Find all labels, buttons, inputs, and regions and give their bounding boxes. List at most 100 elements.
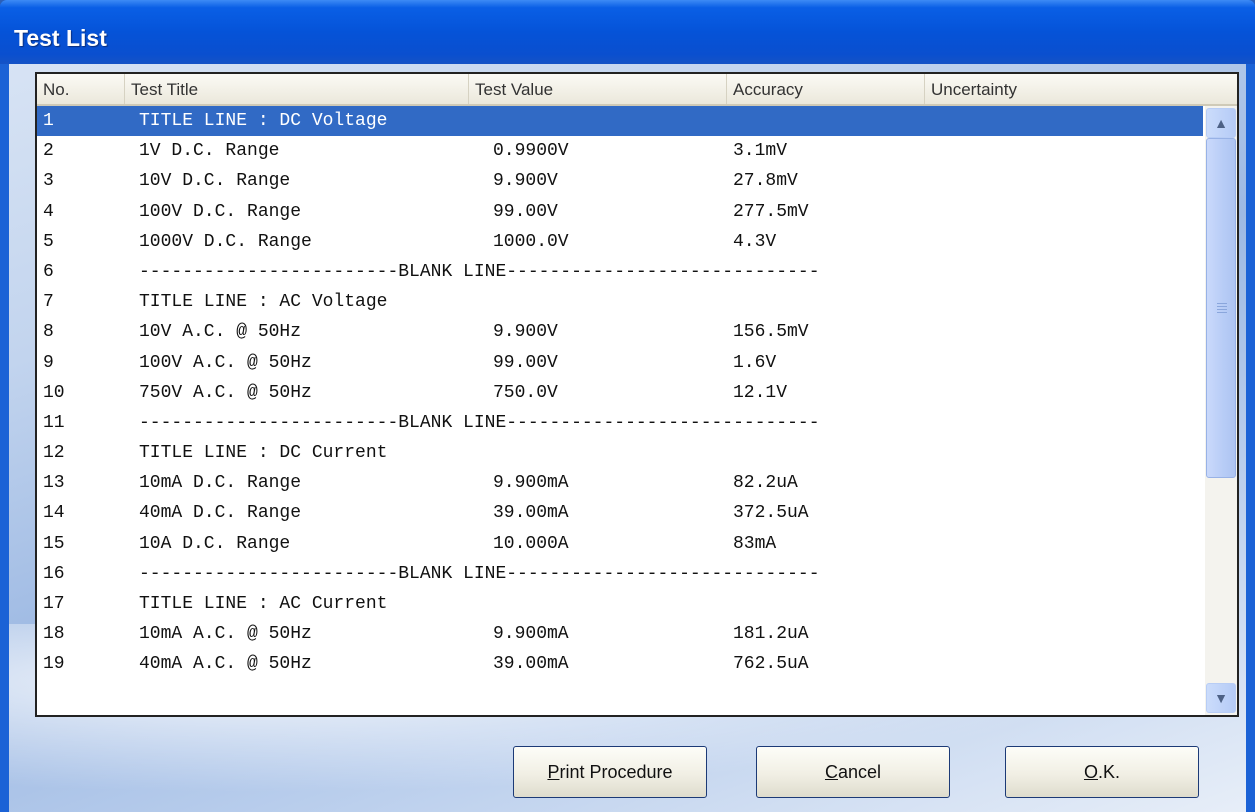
table-row[interactable]: 5 1000V D.C. Range 1000.0V 4.3V bbox=[37, 227, 1203, 257]
row-number: 8 bbox=[43, 322, 54, 343]
ok-label: .K. bbox=[1098, 762, 1121, 782]
test-list-window: Test List No. Test Title Test Value Accu… bbox=[0, 0, 1255, 812]
test-title-cell: 40mA A.C. @ 50Hz bbox=[139, 654, 312, 675]
test-title-cell: 10mA A.C. @ 50Hz bbox=[139, 624, 312, 645]
row-number: 6 bbox=[43, 261, 54, 282]
test-title-cell: TITLE LINE : AC Current bbox=[139, 594, 388, 614]
test-value-cell: 750.0V bbox=[493, 382, 558, 403]
table-row[interactable]: 19 40mA A.C. @ 50Hz 39.00mA 762.5uA bbox=[37, 649, 1203, 679]
test-value-cell: 0.9900V bbox=[493, 141, 569, 162]
row-number: 7 bbox=[43, 292, 54, 313]
test-title-cell: 750V A.C. @ 50Hz bbox=[139, 382, 312, 403]
test-value-cell: 9.900V bbox=[493, 171, 558, 192]
test-value-cell: 9.900V bbox=[493, 322, 558, 343]
test-title-cell: 10V A.C. @ 50Hz bbox=[139, 322, 302, 343]
cancel-accelerator: C bbox=[824, 762, 838, 782]
list-header: No. Test Title Test Value Accuracy Uncer… bbox=[37, 74, 1237, 106]
table-row[interactable]: 15 10A D.C. Range 10.000A 83mA bbox=[37, 529, 1203, 559]
accuracy-cell: 3.1mV bbox=[733, 141, 788, 162]
ok-accelerator: O bbox=[1083, 762, 1098, 782]
grip-icon bbox=[1217, 303, 1227, 313]
scroll-thumb[interactable] bbox=[1206, 138, 1236, 478]
test-list-view[interactable]: No. Test Title Test Value Accuracy Uncer… bbox=[35, 72, 1239, 717]
test-value-cell: 99.00V bbox=[493, 352, 558, 373]
row-number: 2 bbox=[43, 141, 54, 162]
cancel-label: ancel bbox=[837, 762, 882, 782]
vertical-scrollbar[interactable]: ▲ ▼ bbox=[1205, 106, 1237, 715]
row-number: 3 bbox=[43, 171, 54, 192]
table-row[interactable]: 17 TITLE LINE : AC Current bbox=[37, 589, 1203, 619]
test-title-cell: 1V D.C. Range bbox=[139, 141, 280, 162]
test-title-cell: 100V A.C. @ 50Hz bbox=[139, 352, 312, 373]
column-header-uncertainty[interactable]: Uncertainty bbox=[925, 74, 1237, 104]
test-title-cell: 40mA D.C. Range bbox=[139, 503, 302, 524]
test-title-cell: 10A D.C. Range bbox=[139, 533, 291, 554]
table-row[interactable]: 4 100V D.C. Range 99.00V 277.5mV bbox=[37, 197, 1203, 227]
row-number: 17 bbox=[43, 594, 65, 614]
test-title-cell: 100V D.C. Range bbox=[139, 201, 302, 222]
chevron-down-icon: ▼ bbox=[1214, 690, 1228, 706]
blank-line-text: ------------------------BLANK LINE------… bbox=[139, 412, 820, 433]
test-title-cell: 10mA D.C. Range bbox=[139, 473, 302, 494]
test-title-cell: TITLE LINE : AC Voltage bbox=[139, 292, 388, 313]
print-label: rint Procedure bbox=[559, 762, 673, 782]
print-accelerator: P bbox=[547, 762, 560, 782]
accuracy-cell: 156.5mV bbox=[733, 322, 809, 343]
chevron-up-icon: ▲ bbox=[1214, 115, 1228, 131]
column-header-no[interactable]: No. bbox=[37, 74, 125, 104]
blank-line-text: ------------------------BLANK LINE------… bbox=[139, 563, 820, 584]
title-bar[interactable]: Test List bbox=[0, 0, 1255, 64]
test-value-cell: 99.00V bbox=[493, 201, 558, 222]
table-row[interactable]: 10 750V A.C. @ 50Hz 750.0V 12.1V bbox=[37, 378, 1203, 408]
table-row[interactable]: 1 TITLE LINE : DC Voltage bbox=[37, 106, 1203, 137]
table-row[interactable]: 14 40mA D.C. Range 39.00mA 372.5uA bbox=[37, 498, 1203, 528]
list-rows: 1 TITLE LINE : DC Voltage 2 1V D.C. Range 0.… bbox=[37, 106, 1203, 680]
row-number: 9 bbox=[43, 352, 54, 373]
row-number: 11 bbox=[43, 412, 65, 433]
table-row[interactable]: 3 10V D.C. Range 9.900V 27.8mV bbox=[37, 166, 1203, 196]
accuracy-cell: 762.5uA bbox=[733, 654, 809, 675]
accuracy-cell: 372.5uA bbox=[733, 503, 809, 524]
row-number: 16 bbox=[43, 563, 65, 584]
accuracy-cell: 181.2uA bbox=[733, 624, 809, 645]
cancel-button[interactable]: Cancel bbox=[756, 746, 950, 798]
table-row[interactable]: 8 10V A.C. @ 50Hz 9.900V 156.5mV bbox=[37, 317, 1203, 347]
ok-button[interactable]: O.K. bbox=[1005, 746, 1199, 798]
column-header-test-value[interactable]: Test Value bbox=[469, 74, 727, 104]
table-row[interactable]: 18 10mA A.C. @ 50Hz 9.900mA 181.2uA bbox=[37, 619, 1203, 649]
test-title-cell: 1000V D.C. Range bbox=[139, 231, 312, 252]
scroll-up-button[interactable]: ▲ bbox=[1206, 108, 1236, 138]
table-row[interactable]: 6 ------------------------BLANK LINE-----… bbox=[37, 257, 1203, 287]
test-title-cell: TITLE LINE : DC Current bbox=[139, 443, 388, 464]
row-number: 19 bbox=[43, 654, 65, 675]
accuracy-cell: 83mA bbox=[733, 533, 777, 554]
window-title: Test List bbox=[14, 25, 107, 51]
scroll-down-button[interactable]: ▼ bbox=[1206, 683, 1236, 713]
row-number: 15 bbox=[43, 533, 65, 554]
table-row[interactable]: 9 100V A.C. @ 50Hz 99.00V 1.6V bbox=[37, 348, 1203, 378]
column-header-accuracy[interactable]: Accuracy bbox=[727, 74, 925, 104]
table-row[interactable]: 11 ------------------------BLANK LINE----… bbox=[37, 408, 1203, 438]
row-number: 4 bbox=[43, 201, 54, 222]
table-row[interactable]: 12 TITLE LINE : DC Current bbox=[37, 438, 1203, 468]
row-number: 5 bbox=[43, 231, 54, 252]
test-value-cell: 39.00mA bbox=[493, 654, 569, 675]
accuracy-cell: 27.8mV bbox=[733, 171, 798, 192]
row-number: 10 bbox=[43, 382, 65, 403]
accuracy-cell: 277.5mV bbox=[733, 201, 809, 222]
table-row[interactable]: 7 TITLE LINE : AC Voltage bbox=[37, 287, 1203, 317]
table-row[interactable]: 16 ------------------------BLANK LINE----… bbox=[37, 559, 1203, 589]
print-procedure-button[interactable]: Print Procedure bbox=[513, 746, 707, 798]
test-value-cell: 9.900mA bbox=[493, 624, 569, 645]
column-header-test-title[interactable]: Test Title bbox=[125, 74, 469, 104]
accuracy-cell: 12.1V bbox=[733, 382, 788, 403]
test-title-cell: TITLE LINE : DC Voltage bbox=[139, 111, 388, 131]
test-title-cell: 10V D.C. Range bbox=[139, 171, 291, 192]
accuracy-cell: 4.3V bbox=[733, 231, 777, 252]
test-value-cell: 10.000A bbox=[493, 533, 569, 554]
row-number: 12 bbox=[43, 443, 65, 464]
row-number: 13 bbox=[43, 473, 65, 494]
table-row[interactable]: 2 1V D.C. Range 0.9900V 3.1mV bbox=[37, 136, 1203, 166]
accuracy-cell: 1.6V bbox=[733, 352, 777, 373]
table-row[interactable]: 13 10mA D.C. Range 9.900mA 82.2uA bbox=[37, 468, 1203, 498]
